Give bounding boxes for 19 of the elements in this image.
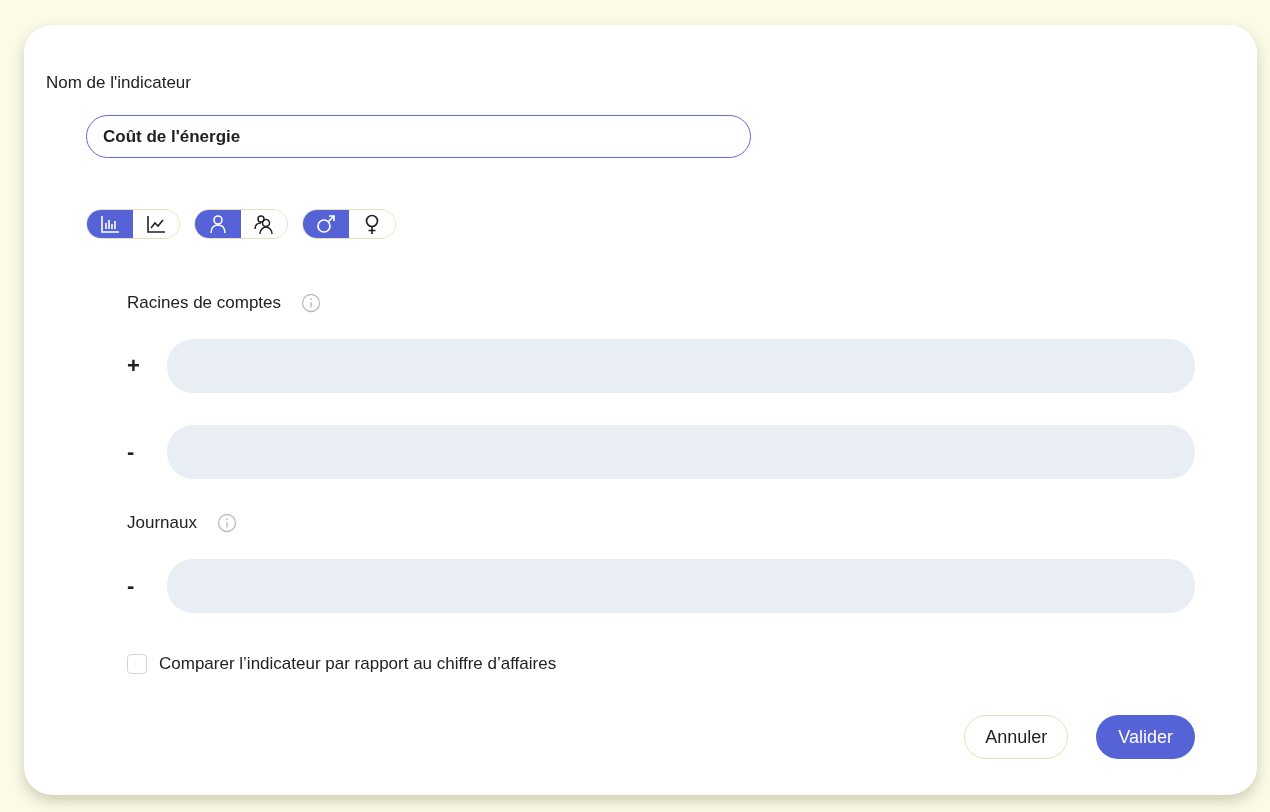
checkbox[interactable] bbox=[127, 654, 147, 674]
field-label: Nom de l'indicateur bbox=[46, 72, 192, 94]
sign-label: + bbox=[127, 353, 141, 379]
toggle-option[interactable] bbox=[87, 210, 133, 238]
bar-chart-icon bbox=[99, 213, 121, 235]
sign-label: - bbox=[127, 439, 136, 465]
toggle-option[interactable] bbox=[303, 210, 349, 238]
line-chart-icon bbox=[145, 213, 167, 235]
section-title: Journaux bbox=[127, 512, 197, 534]
person-icon bbox=[207, 213, 229, 235]
people-icon bbox=[253, 213, 275, 235]
confirm-button[interactable]: Valider bbox=[1096, 715, 1195, 759]
section-title: Racines de comptes bbox=[127, 292, 282, 314]
checkbox-label[interactable]: Comparer l’indicateur par rapport au chiffre d’affaires bbox=[159, 653, 557, 675]
male-symbol-icon bbox=[315, 213, 337, 235]
cancel-button[interactable]: Annuler bbox=[964, 715, 1069, 759]
toggle-option[interactable] bbox=[195, 210, 241, 238]
sign-label: - bbox=[127, 573, 136, 599]
name-input-field[interactable]: Coût de l'énergie bbox=[86, 115, 751, 158]
